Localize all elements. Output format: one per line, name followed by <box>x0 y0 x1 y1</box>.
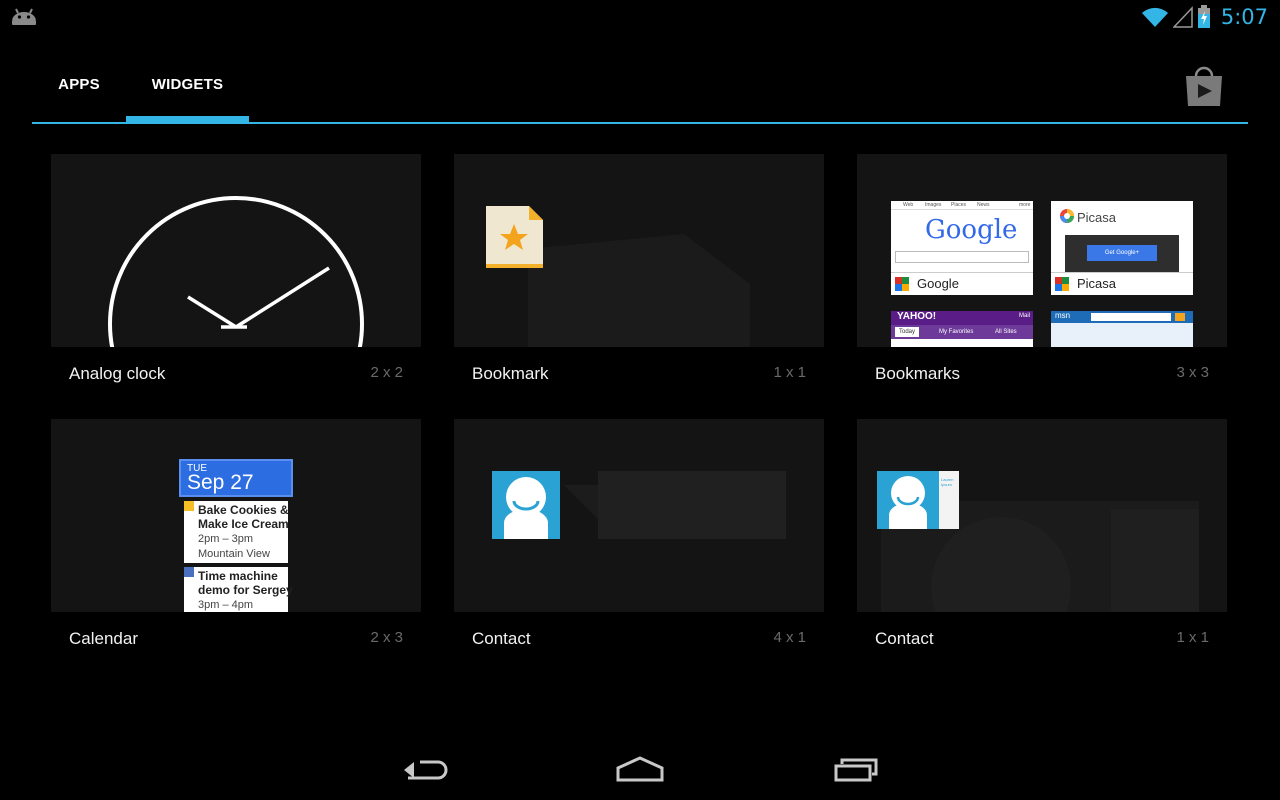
widget-preview <box>454 154 824 347</box>
calendar-header: TUE Sep 27 <box>179 459 293 497</box>
contact-4x1-preview <box>492 471 786 539</box>
navigation-bar <box>0 740 1280 800</box>
signal-icon <box>1172 6 1193 28</box>
bookmark-preview <box>486 206 750 347</box>
home-icon[interactable] <box>610 750 670 790</box>
get-google-plus-button: Get Google+ <box>1087 245 1157 261</box>
picasa-label: Picasa <box>1051 272 1193 295</box>
widget-preview <box>51 154 421 347</box>
msn-header: msn <box>1051 311 1193 323</box>
tab-apps[interactable]: APPS <box>32 58 126 122</box>
yahoo-header: YAHOO! Mail <box>891 311 1033 325</box>
back-icon[interactable] <box>394 750 454 790</box>
event-title-line1: Time machine <box>198 569 278 583</box>
clock-time: 5:07 <box>1220 5 1268 29</box>
yahoo-tab-today: Today <box>895 327 920 337</box>
status-bar: 5:07 <box>0 0 1280 34</box>
widget-size: 1 x 1 <box>773 364 806 381</box>
event-color-chip <box>184 567 194 577</box>
widget-size: 2 x 2 <box>370 364 403 381</box>
picasa-logo-icon <box>1060 209 1074 223</box>
google-search-box <box>895 251 1029 263</box>
widget-preview <box>454 419 824 612</box>
wifi-icon <box>1141 7 1168 28</box>
google-logo: Google <box>925 215 1018 245</box>
google-label: Google <box>891 272 1033 295</box>
widget-size: 4 x 1 <box>773 629 806 646</box>
msn-thumbnail: msn <box>1051 311 1193 347</box>
event-time: 2pm – 3pm <box>198 533 254 545</box>
yahoo-thumbnail: YAHOO! Mail Today My Favorites All Sites <box>891 311 1033 347</box>
widget-bookmarks[interactable]: Web Images Places News more Google Googl… <box>857 154 1227 399</box>
widget-analog-clock[interactable]: Analog clock 2 x 2 <box>51 154 421 399</box>
widget-size: 1 x 1 <box>1176 629 1209 646</box>
msn-search-button <box>1175 313 1185 321</box>
widget-name: Contact <box>472 629 531 648</box>
picasa-panel: Get Google+ <box>1065 235 1179 275</box>
event-time: 3pm – 4pm <box>198 599 254 611</box>
widget-preview: Lauren Ipsum <box>857 419 1227 612</box>
event-title-line2: Make Ice Cream <box>198 517 289 531</box>
widget-name: Bookmarks <box>875 364 961 383</box>
contact-1x1-preview <box>877 471 1199 612</box>
widget-calendar[interactable]: TUE Sep 27 Bake Cookies & Make Ice Cream… <box>51 419 421 664</box>
widget-preview: TUE Sep 27 Bake Cookies & Make Ice Cream… <box>51 419 421 612</box>
widget-name: Calendar <box>69 629 138 648</box>
recent-apps-icon[interactable] <box>828 750 888 790</box>
tab-bar: APPS WIDGETS <box>32 58 1248 124</box>
msn-search-box <box>1091 313 1171 321</box>
msn-logo: msn <box>1055 311 1071 320</box>
android-icon <box>12 8 36 28</box>
event-location: Mountain View <box>198 548 270 560</box>
picasa-title: Picasa <box>1077 210 1117 225</box>
widget-contact-1x1[interactable]: Lauren Ipsum Contact 1 x 1 <box>857 419 1227 664</box>
widget-contact-4x1[interactable]: Contact 4 x 1 <box>454 419 824 664</box>
analog-clock-preview <box>108 196 364 347</box>
widget-bookmark[interactable]: Bookmark 1 x 1 <box>454 154 824 399</box>
google-favicon <box>1055 277 1069 291</box>
yahoo-mail: Mail <box>1018 313 1030 319</box>
google-tab-news: News <box>977 202 990 208</box>
yahoo-tab-favorites: My Favorites <box>939 329 974 335</box>
google-thumbnail: Web Images Places News more Google Googl… <box>891 201 1033 295</box>
widget-size: 2 x 3 <box>370 629 403 646</box>
google-tab-web: Web <box>903 202 914 208</box>
event-title-line2: demo for Sergey <box>198 583 293 597</box>
msn-content <box>1051 323 1193 347</box>
yahoo-logo: YAHOO! <box>897 311 937 322</box>
widget-size: 3 x 3 <box>1176 364 1209 381</box>
calendar-event: Bake Cookies & Make Ice Cream 2pm – 3pm … <box>184 501 289 563</box>
google-tab-places: Places <box>951 202 967 208</box>
google-tab-images: Images <box>925 202 942 208</box>
tab-underline <box>32 122 1248 124</box>
yahoo-tab-all-sites: All Sites <box>995 329 1017 335</box>
play-store-icon[interactable] <box>1182 64 1226 108</box>
tab-widgets[interactable]: WIDGETS <box>126 58 249 122</box>
picasa-label-text: Picasa <box>1077 276 1117 291</box>
event-title-line1: Bake Cookies & <box>198 503 289 517</box>
widget-name: Analog clock <box>69 364 166 383</box>
widget-name: Contact <box>875 629 934 648</box>
yahoo-tabbar: Today My Favorites All Sites <box>891 325 1033 339</box>
status-icons: 5:07 <box>1141 4 1268 30</box>
widget-name: Bookmark <box>472 364 549 383</box>
calendar-event: Time machine demo for Sergey 3pm – 4pm <box>184 567 293 612</box>
picasa-thumbnail: Picasa Get Google+ Picasa <box>1051 201 1193 295</box>
google-tab-more: more <box>1019 202 1031 208</box>
event-color-chip <box>184 501 194 511</box>
contact-card-name: Lauren Ipsum <box>941 477 954 487</box>
battery-charging-icon <box>1197 5 1210 28</box>
google-label-text: Google <box>917 276 959 291</box>
google-favicon <box>895 277 909 291</box>
calendar-date: Sep 27 <box>187 471 254 494</box>
widget-preview: Web Images Places News more Google Googl… <box>857 154 1227 347</box>
